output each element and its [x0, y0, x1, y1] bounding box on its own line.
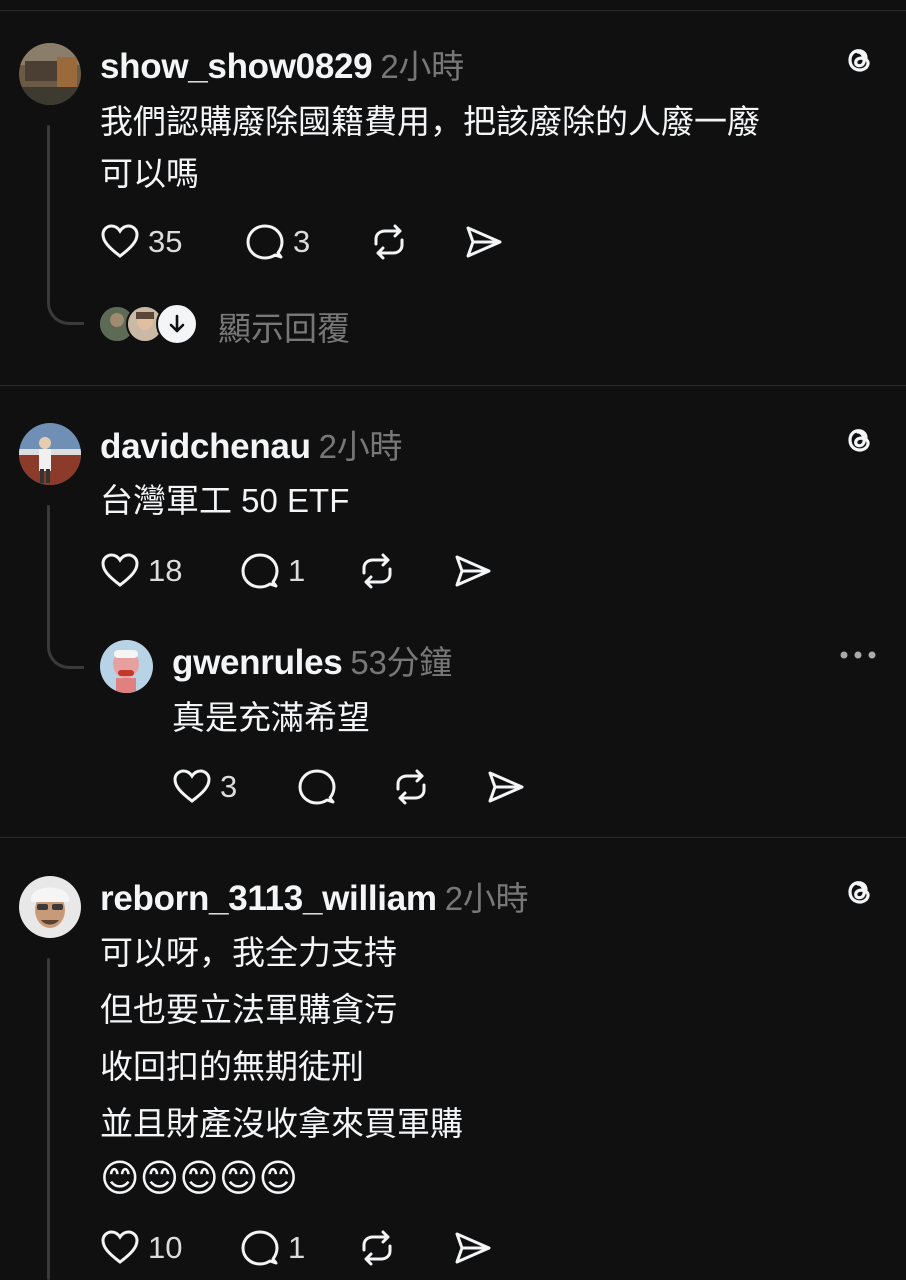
comment-count: 1: [288, 1230, 306, 1265]
comment-button[interactable]: 1: [240, 551, 305, 591]
top-divider: [0, 10, 906, 11]
comment-icon: [298, 769, 336, 805]
like-button[interactable]: 10: [100, 1228, 182, 1268]
show-replies-link[interactable]: 顯示回覆: [218, 302, 350, 350]
send-icon: [466, 226, 502, 258]
post-text-line: 但也要立法軍購貪污: [100, 991, 397, 1028]
repost-icon: [396, 769, 426, 805]
like-count: 10: [148, 1230, 183, 1265]
post-divider: [0, 385, 906, 386]
timestamp: 53分鐘: [350, 644, 452, 681]
post-text-line: 台灣軍工 50 ETF: [100, 482, 350, 519]
username-text[interactable]: davidchenau: [100, 427, 311, 466]
post-divider: [0, 837, 906, 838]
repost-button[interactable]: [369, 222, 409, 262]
comment-button[interactable]: [297, 767, 337, 807]
repost-button[interactable]: [357, 1228, 397, 1268]
like-button[interactable]: 35: [100, 222, 182, 262]
threads-icon[interactable]: [838, 40, 878, 80]
timestamp: 2小時: [318, 428, 403, 465]
username[interactable]: show_show0829 2小時: [100, 40, 464, 88]
username-text[interactable]: reborn_3113_william: [100, 879, 437, 918]
more-options-icon[interactable]: [838, 645, 878, 665]
post-text-line: 我們認購廢除國籍費用，把該廢除的人廢一廢: [100, 103, 760, 140]
avatar[interactable]: [19, 423, 81, 485]
thread-line: [47, 125, 50, 285]
arrow-down-icon[interactable]: [156, 303, 198, 345]
comment-icon: [241, 1230, 279, 1266]
avatar[interactable]: [19, 43, 81, 105]
threads-icon[interactable]: [838, 872, 878, 912]
like-button[interactable]: 18: [100, 551, 182, 591]
avatar[interactable]: [100, 640, 153, 693]
comment-count: 1: [288, 553, 306, 588]
like-button[interactable]: 3: [172, 767, 237, 807]
repost-icon: [362, 1230, 392, 1266]
share-button[interactable]: [464, 222, 504, 262]
thread-line: [47, 505, 50, 625]
username[interactable]: gwenrules 53分鐘: [172, 636, 452, 684]
username[interactable]: reborn_3113_william 2小時: [100, 872, 528, 920]
post-text-line: 並且財產沒收拿來買軍購: [100, 1105, 463, 1142]
heart-icon: [101, 1230, 139, 1264]
comment-button[interactable]: 1: [240, 1228, 305, 1268]
heart-icon: [101, 553, 139, 587]
share-button[interactable]: [453, 551, 493, 591]
comment-icon: [241, 553, 279, 589]
threads-icon[interactable]: [838, 420, 878, 460]
comment-icon: [246, 224, 284, 260]
timestamp: 2小時: [444, 880, 529, 917]
heart-icon: [173, 769, 211, 803]
like-count: 35: [148, 224, 183, 259]
post-text-line: 收回扣的無期徒刑: [100, 1048, 364, 1085]
repost-button[interactable]: [391, 767, 431, 807]
avatar[interactable]: [19, 876, 81, 938]
like-count: 3: [220, 769, 238, 804]
thread-line: [47, 958, 50, 1280]
send-icon: [455, 1232, 491, 1264]
send-icon: [455, 555, 491, 587]
username[interactable]: davidchenau 2小時: [100, 420, 402, 468]
share-button[interactable]: [486, 767, 526, 807]
repost-button[interactable]: [357, 551, 397, 591]
emoji-line: 😊😊😊😊😊: [100, 1158, 299, 1200]
comment-count: 3: [293, 224, 311, 259]
repost-icon: [374, 224, 404, 260]
repost-icon: [362, 553, 392, 589]
like-count: 18: [148, 553, 183, 588]
post-text-line: 真是充滿希望: [172, 699, 370, 736]
post-text-line: 可以呀，我全力支持: [100, 934, 397, 971]
username-text[interactable]: show_show0829: [100, 47, 373, 86]
post-text-line: 可以嗎: [100, 155, 199, 192]
share-button[interactable]: [453, 1228, 493, 1268]
timestamp: 2小時: [380, 48, 464, 85]
thread-curve: [47, 282, 84, 325]
username-text[interactable]: gwenrules: [172, 643, 343, 682]
send-icon: [488, 771, 524, 803]
thread-curve: [47, 622, 84, 669]
heart-icon: [101, 224, 139, 258]
comment-button[interactable]: 3: [245, 222, 310, 262]
